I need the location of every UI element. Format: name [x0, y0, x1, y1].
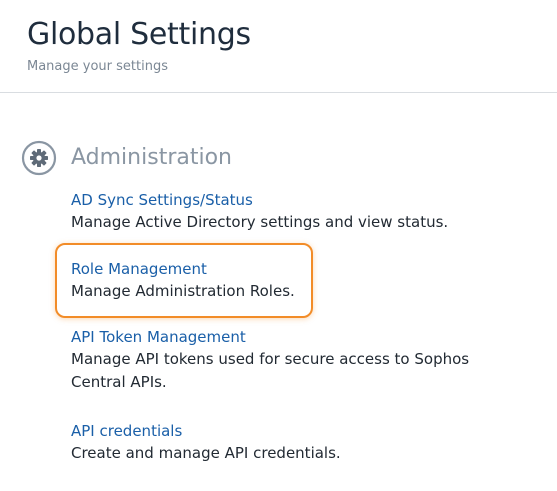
setting-ad-sync: AD Sync Settings/Status Manage Active Di… [71, 189, 501, 234]
global-settings-page: Global Settings Manage your settings Adm… [0, 0, 557, 491]
ad-sync-settings-link[interactable]: AD Sync Settings/Status [71, 189, 501, 211]
setting-description: Manage Active Directory settings and vie… [71, 213, 449, 231]
setting-api-token-management: API Token Management Manage API tokens u… [71, 326, 501, 394]
setting-description: Manage API tokens used for secure access… [71, 350, 470, 391]
section-title-administration: Administration [71, 145, 232, 170]
role-management-link[interactable]: Role Management [71, 258, 501, 280]
gear-icon [21, 140, 57, 176]
page-subtitle: Manage your settings [27, 59, 168, 74]
setting-description: Create and manage API credentials. [71, 444, 341, 462]
setting-description: Manage Administration Roles. [71, 282, 295, 300]
api-token-management-link[interactable]: API Token Management [71, 326, 501, 348]
page-header: Global Settings Manage your settings [0, 0, 557, 93]
api-credentials-link[interactable]: API credentials [71, 420, 501, 442]
setting-api-credentials: API credentials Create and manage API cr… [71, 420, 501, 465]
page-title: Global Settings [27, 17, 251, 52]
setting-role-management: Role Management Manage Administration Ro… [71, 258, 501, 303]
